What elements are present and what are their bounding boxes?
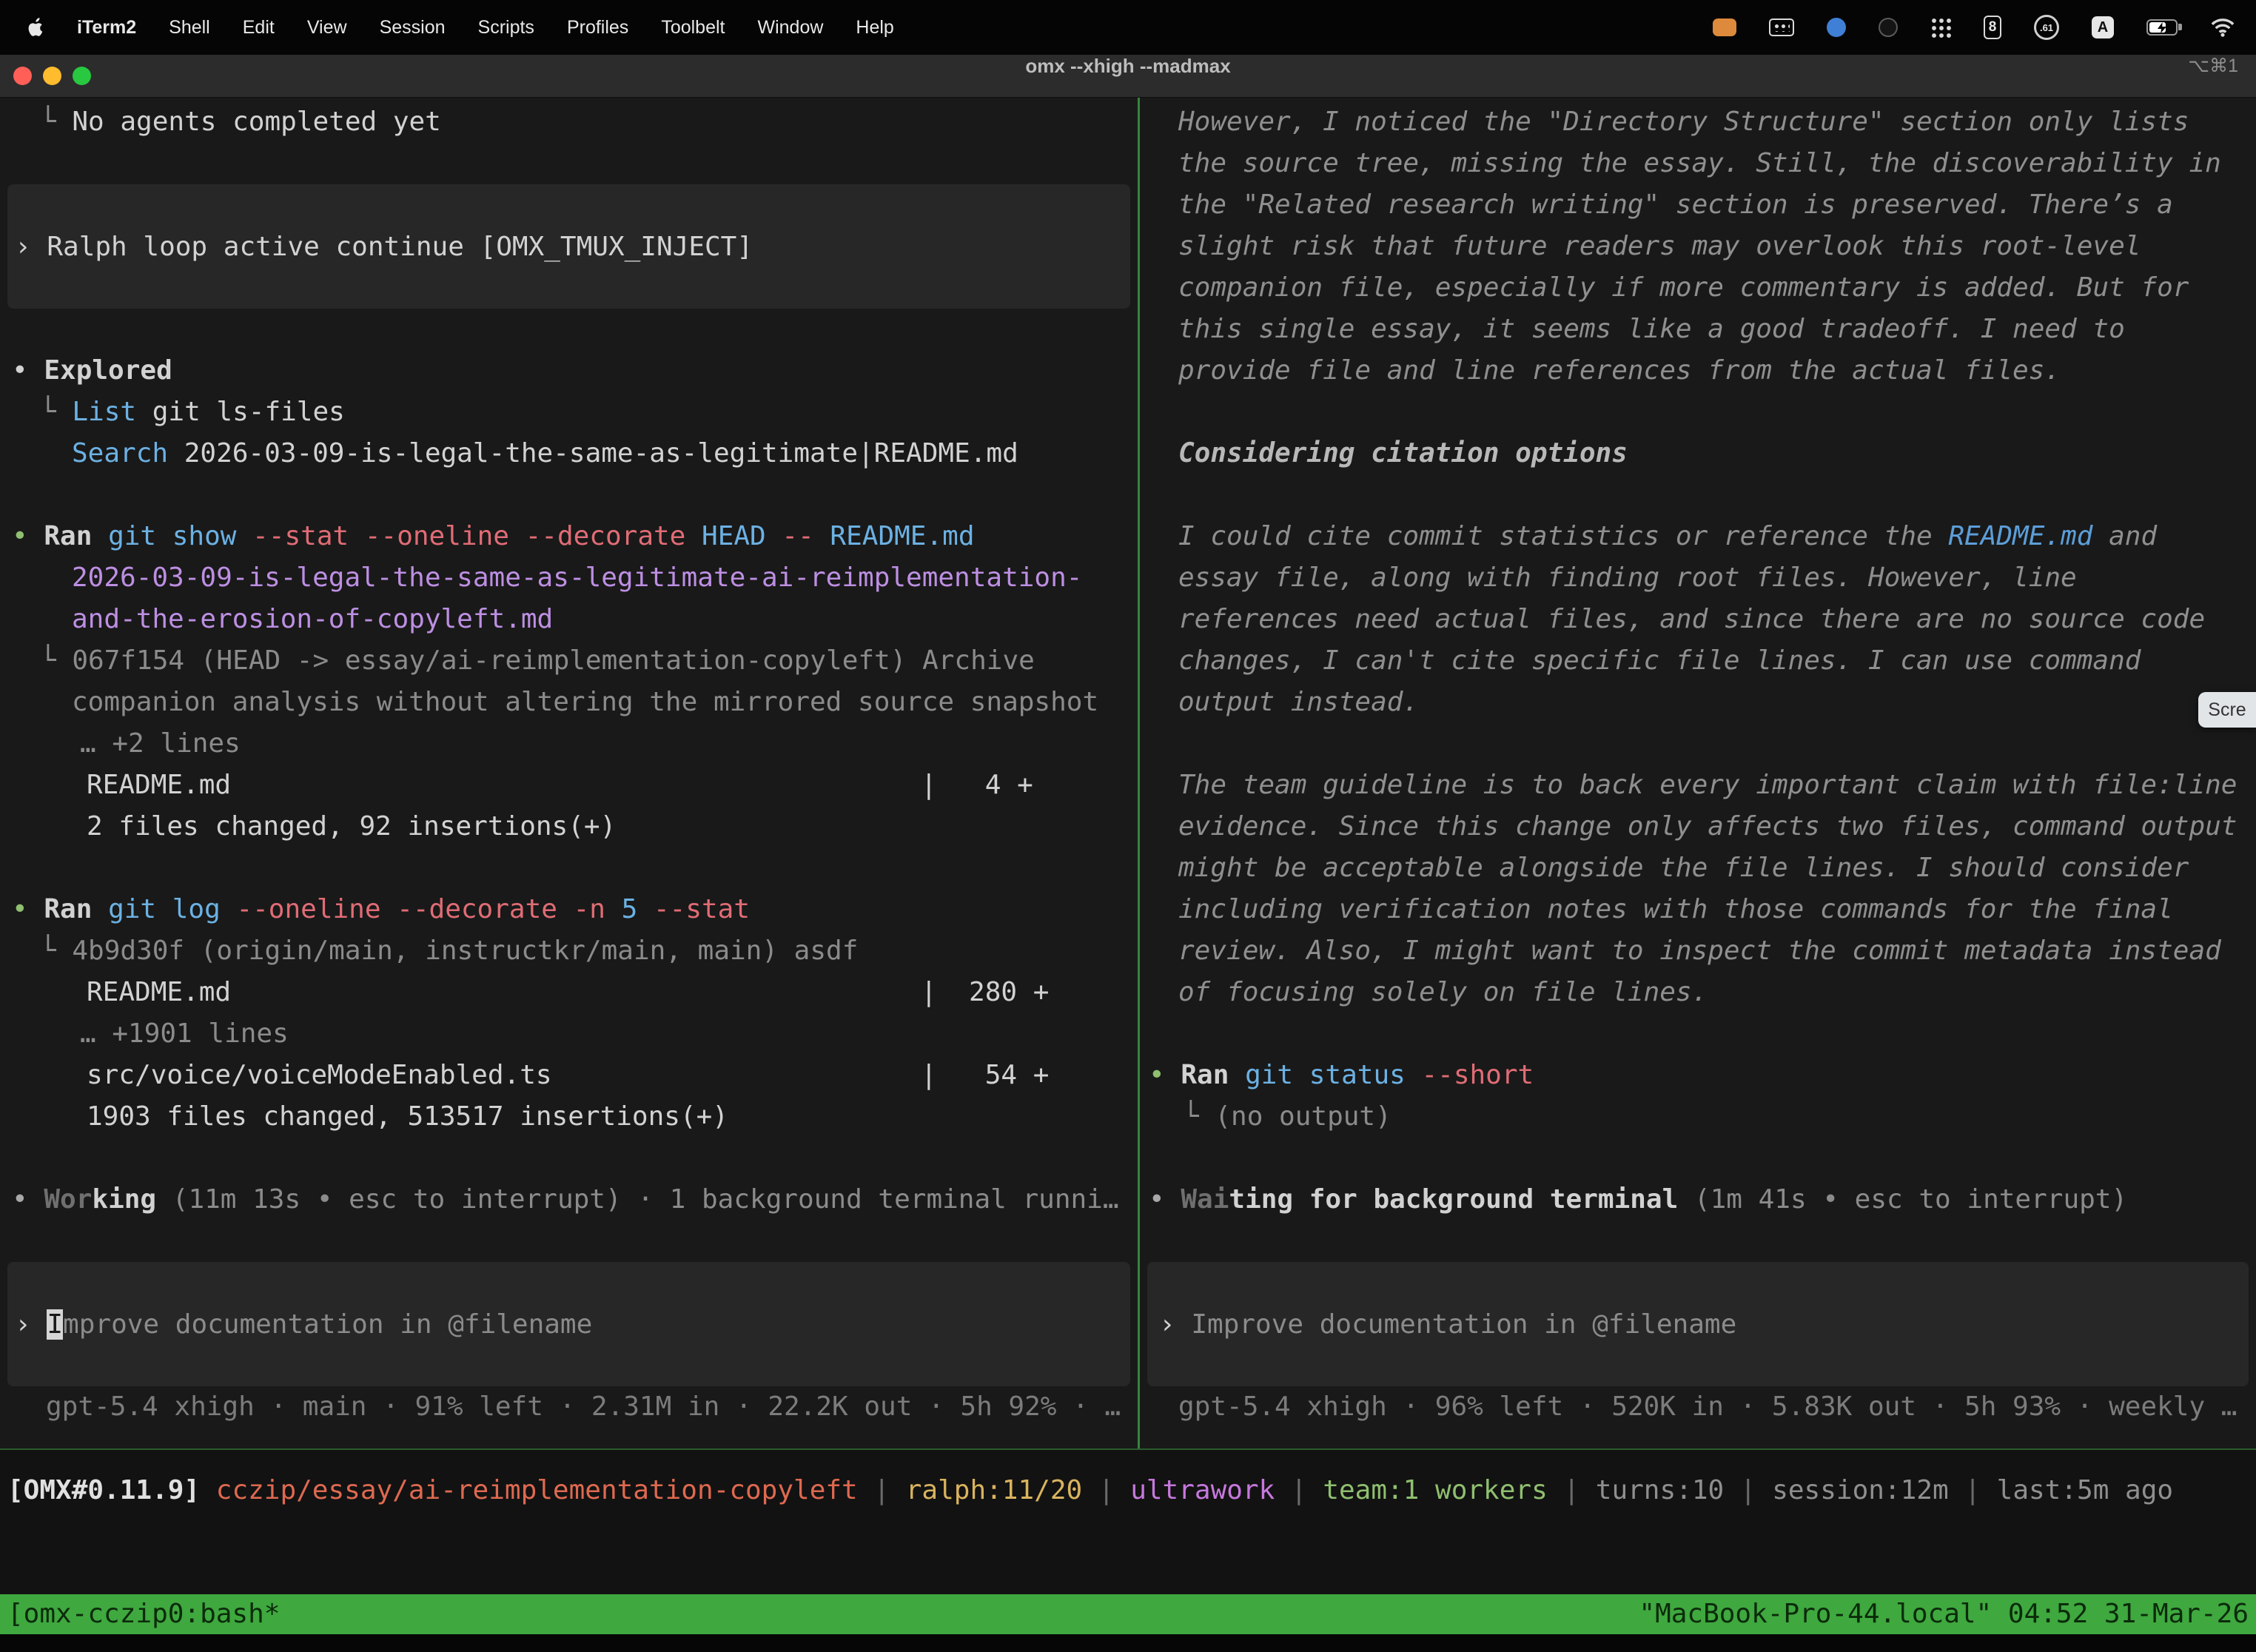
thinking-heading: Considering citation options xyxy=(1140,433,2256,474)
inject-banner: › Ralph loop active continue [OMX_TMUX_I… xyxy=(7,184,1130,309)
command-output: └ 067f154 (HEAD -> essay/ai-reimplementa… xyxy=(0,640,1138,682)
menu-toolbelt[interactable]: Toolbelt xyxy=(661,17,725,38)
ran-git-show-line: • Ran git show --stat --oneline --decora… xyxy=(0,516,1138,557)
thinking-line: the "Related research writing" section i… xyxy=(1140,184,2256,226)
thinking-line: including verification notes with those … xyxy=(1140,889,2256,930)
waiting-status-line: • Waiting for background terminal (1m 41… xyxy=(1140,1179,2256,1220)
menu-edit[interactable]: Edit xyxy=(243,17,275,38)
right-pane: However, I noticed the "Directory Struct… xyxy=(1140,98,2256,1448)
omx-team: team:1 workers xyxy=(1323,1475,1547,1505)
command-arg-filename: 2026-03-09-is-legal-the-same-as-legitima… xyxy=(0,557,1138,599)
omx-worktree-path: cczip/essay/ai-reimplementation-copyleft xyxy=(216,1475,858,1505)
thinking-line: the source tree, missing the essay. Stil… xyxy=(1140,143,2256,184)
tmux-status-bar: [omx-cczip0:bash* "MacBook-Pro-44.local"… xyxy=(0,1594,2256,1634)
omx-ralph-counter: ralph:11/20 xyxy=(906,1475,1082,1505)
recording-indicator-icon[interactable] xyxy=(1713,19,1736,36)
menu-shell[interactable]: Shell xyxy=(169,17,210,38)
thinking-line: of focusing solely on file lines. xyxy=(1140,972,2256,1013)
working-status-line: • Working (11m 13s • esc to interrupt) ·… xyxy=(0,1179,1138,1220)
explored-item-search: Search 2026-03-09-is-legal-the-same-as-l… xyxy=(0,433,1138,474)
tmux-session-window: [omx-cczip0:bash* xyxy=(7,1594,280,1634)
thinking-line: evidence. Since this change only affects… xyxy=(1140,806,2256,847)
text-cursor: I xyxy=(47,1309,63,1340)
status-zone: [OMX#0.11.9] cczip/essay/ai-reimplementa… xyxy=(0,1450,2256,1652)
thinking-line: However, I noticed the "Directory Struct… xyxy=(1140,101,2256,143)
diffstat-line: README.md | 4 + xyxy=(0,765,1138,806)
prompt-input[interactable]: › Improve documentation in @filename xyxy=(7,1262,1130,1386)
ran-git-status-line: • Ran git status --short xyxy=(1140,1055,2256,1096)
bottom-gap xyxy=(0,1634,2256,1652)
thinking-line: essay file, along with finding root file… xyxy=(1140,557,2256,599)
app-grid-icon[interactable] xyxy=(1930,17,1951,38)
left-pane: └ No agents completed yet › Ralph loop a… xyxy=(0,98,1138,1448)
thinking-line: I could cite commit statistics or refere… xyxy=(1140,516,2256,557)
omx-session: session:12m xyxy=(1772,1475,1948,1505)
blue-app-icon[interactable] xyxy=(1827,18,1846,37)
window-shortcut-hint: ⌥⌘1 xyxy=(2188,55,2238,77)
menu-scripts[interactable]: Scripts xyxy=(478,17,534,38)
diffstat-line: README.md | 280 + xyxy=(0,972,1138,1013)
omx-version: [OMX#0.11.9] xyxy=(7,1475,216,1505)
menu-session[interactable]: Session xyxy=(380,17,446,38)
command-output-more: … +2 lines xyxy=(0,723,1138,765)
menu-view[interactable]: View xyxy=(307,17,347,38)
readme-link: README.md xyxy=(1948,521,2092,551)
window-title-bar[interactable]: omx --xhigh --madmax ⌥⌘1 xyxy=(0,55,2256,98)
omx-last-activity: last:5m ago xyxy=(1997,1475,2173,1505)
command-output: └ (no output) xyxy=(1140,1096,2256,1138)
thinking-line: provide file and line references from th… xyxy=(1140,350,2256,392)
wifi-icon[interactable] xyxy=(2210,18,2235,37)
menu-profiles[interactable]: Profiles xyxy=(567,17,628,38)
keyboard-icon[interactable] xyxy=(1769,19,1794,36)
menu-iterm2[interactable]: iTerm2 xyxy=(77,17,136,38)
thinking-line: this single essay, it seems like a good … xyxy=(1140,309,2256,350)
thinking-line: slight risk that future readers may over… xyxy=(1140,226,2256,267)
explored-header: • Explored xyxy=(0,350,1138,392)
thinking-line: references need actual files, and since … xyxy=(1140,599,2256,640)
desktop: iTerm2 Shell Edit View Session Scripts P… xyxy=(0,0,2256,1652)
dark-app-icon[interactable] xyxy=(1879,18,1898,37)
omx-mode: ultrawork xyxy=(1130,1475,1275,1505)
input-source-icon[interactable]: A xyxy=(2092,16,2114,38)
diffstat-line: src/voice/voiceModeEnabled.ts | 54 + xyxy=(0,1055,1138,1096)
tmux-host-clock: "MacBook-Pro-44.local" 04:52 31-Mar-26 xyxy=(1639,1594,2249,1634)
ran-git-log-line: • Ran git log --oneline --decorate -n 5 … xyxy=(0,889,1138,930)
apple-menu-icon[interactable] xyxy=(27,17,44,38)
agent-status-line: └ No agents completed yet xyxy=(0,101,1138,143)
diffstat-summary: 2 files changed, 92 insertions(+) xyxy=(0,806,1138,847)
thinking-line: companion file, especially if more comme… xyxy=(1140,267,2256,309)
model-status-line: gpt-5.4 xhigh · 96% left · 520K in · 5.8… xyxy=(1140,1386,2256,1428)
thinking-line: might be acceptable alongside the file l… xyxy=(1140,847,2256,889)
thinking-line: review. Also, I might want to inspect th… xyxy=(1140,930,2256,972)
thinking-line: output instead. xyxy=(1140,682,2256,723)
diffstat-summary: 1903 files changed, 513517 insertions(+) xyxy=(0,1096,1138,1138)
menu-help[interactable]: Help xyxy=(856,17,893,38)
screen-share-badge[interactable]: Scre xyxy=(2198,692,2256,728)
window-title: omx --xhigh --madmax xyxy=(0,55,2256,78)
explored-item-list: └ List git ls-files xyxy=(0,392,1138,433)
prompt-input[interactable]: › Improve documentation in @filename xyxy=(1147,1262,2249,1386)
thinking-line: changes, I can't cite specific file line… xyxy=(1140,640,2256,682)
menu-window[interactable]: Window xyxy=(757,17,823,38)
omx-status-line: [OMX#0.11.9] cczip/essay/ai-reimplementa… xyxy=(0,1470,2256,1511)
command-output-more: … +1901 lines xyxy=(0,1013,1138,1055)
command-output: companion analysis without altering the … xyxy=(0,682,1138,723)
command-output: └ 4b9d30f (origin/main, instructkr/main,… xyxy=(0,930,1138,972)
command-arg-filename: and-the-erosion-of-copyleft.md xyxy=(0,599,1138,640)
gauge-icon[interactable]: .61 xyxy=(2034,15,2059,40)
model-status-line: gpt-5.4 xhigh · main · 91% left · 2.31M … xyxy=(0,1386,1138,1428)
battery-icon[interactable] xyxy=(2146,19,2178,36)
menu-bar: iTerm2 Shell Edit View Session Scripts P… xyxy=(0,0,2256,55)
omx-turns: turns:10 xyxy=(1596,1475,1724,1505)
terminal: └ No agents completed yet › Ralph loop a… xyxy=(0,98,2256,1652)
thinking-line: The team guideline is to back every impo… xyxy=(1140,765,2256,806)
key-icon[interactable]: 8 xyxy=(1984,16,2001,39)
